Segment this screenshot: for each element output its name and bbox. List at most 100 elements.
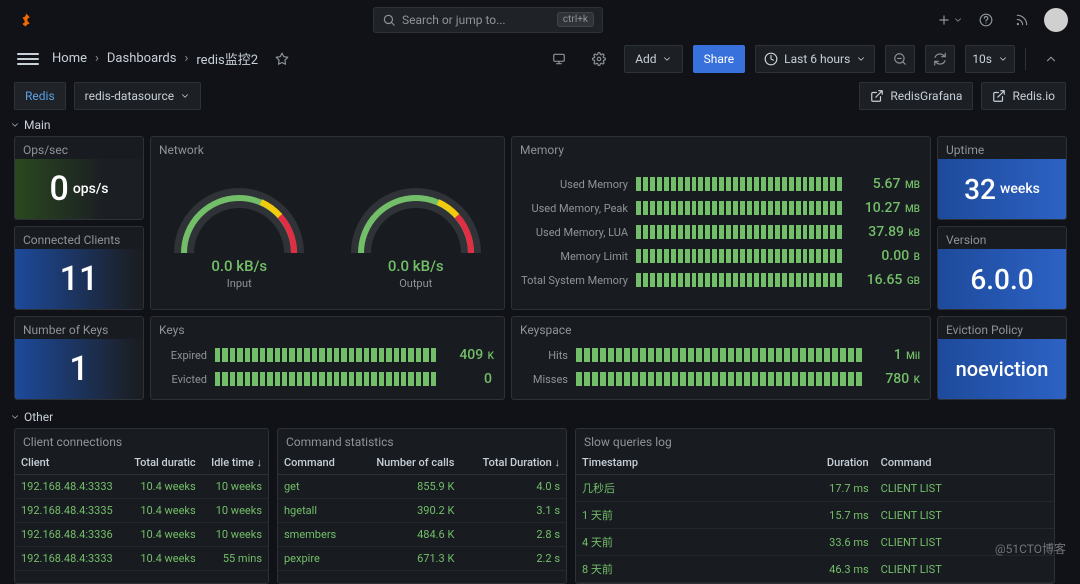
collapse-button[interactable] bbox=[1036, 45, 1066, 73]
bar-row-value: 16.65 GB bbox=[850, 272, 920, 288]
keyspace-bar-list: Hits 1 Mil Misses 780 K bbox=[512, 339, 930, 399]
bar-row-bars bbox=[636, 249, 842, 263]
table-cell: 8 天前 bbox=[576, 556, 743, 583]
favorite-button[interactable] bbox=[268, 45, 296, 73]
user-avatar[interactable] bbox=[1044, 8, 1068, 32]
variable-label: Redis bbox=[14, 82, 66, 110]
stat-value: noeviction bbox=[938, 339, 1066, 399]
table-row[interactable]: 192.168.48.4:333510.4 weeks10 weeks bbox=[15, 499, 268, 523]
global-search[interactable]: Search or jump to... ctrl+k bbox=[373, 7, 603, 33]
table-row[interactable]: 192.168.48.4:333310.4 weeks10 weeks bbox=[15, 475, 268, 499]
table-row[interactable]: smembers484.6 K2.8 s bbox=[278, 523, 566, 547]
panel-title: Ops/sec bbox=[15, 137, 143, 159]
gauge-label: Input bbox=[227, 277, 252, 290]
bar-row-label: Misses bbox=[518, 373, 568, 386]
bar-row-value: 0.00 B bbox=[850, 248, 920, 264]
section-main-header[interactable]: Main bbox=[0, 114, 1080, 136]
panel-version[interactable]: Version 6.0.0 bbox=[937, 226, 1067, 310]
external-link-button[interactable]: RedisGrafana bbox=[859, 82, 973, 110]
section-other-header[interactable]: Other bbox=[0, 406, 1080, 428]
link-label: Redis.io bbox=[1012, 89, 1055, 103]
clock-icon bbox=[764, 52, 778, 66]
panel-eviction-policy[interactable]: Eviction Policy noeviction bbox=[937, 316, 1067, 400]
table-header[interactable]: Total duratic bbox=[124, 451, 201, 475]
table-header[interactable]: Idle time ↓ bbox=[202, 451, 268, 475]
panel-memory[interactable]: Memory Used Memory 5.67 MB Used Memory, … bbox=[511, 136, 931, 310]
refresh-icon bbox=[933, 52, 947, 66]
zoom-out-button[interactable] bbox=[885, 45, 915, 73]
table-cell: get bbox=[278, 475, 354, 499]
table-row[interactable]: 192.168.48.4:333610.4 weeks10 weeks bbox=[15, 523, 268, 547]
bar-row-bars bbox=[576, 372, 862, 386]
variable-select[interactable]: redis-datasource bbox=[74, 82, 202, 110]
bar-row-label: Used Memory, LUA bbox=[518, 226, 628, 239]
table-cell: 855.9 K bbox=[354, 475, 460, 499]
settings-button[interactable] bbox=[584, 45, 614, 73]
panel-keyspace[interactable]: Keyspace Hits 1 Mil Misses 780 K bbox=[511, 316, 931, 400]
plus-icon bbox=[937, 13, 951, 27]
table-row[interactable]: 4 天前33.6 msCLIENT LIST bbox=[576, 529, 1054, 556]
add-panel-button[interactable]: Add bbox=[624, 45, 682, 73]
bar-row-label: Used Memory, Peak bbox=[518, 202, 628, 215]
panel-ops-sec[interactable]: Ops/sec 0 ops/s bbox=[14, 136, 144, 220]
chevron-up-icon bbox=[1044, 52, 1058, 66]
grafana-logo[interactable] bbox=[12, 6, 40, 34]
gauge-input: 0.0 kB/s Input bbox=[164, 173, 314, 290]
table-cell: CLIENT LIST bbox=[875, 556, 1054, 583]
table-cell: CLIENT LIST bbox=[875, 502, 1054, 529]
panel-title: Eviction Policy bbox=[938, 317, 1066, 339]
table-cell: 10 weeks bbox=[202, 523, 268, 547]
table-header[interactable]: Command bbox=[278, 451, 354, 475]
breadcrumb-dashboards[interactable]: Dashboards bbox=[107, 51, 177, 66]
variable-value: redis-datasource bbox=[85, 89, 175, 103]
refresh-button[interactable] bbox=[925, 45, 955, 73]
stat-value: 11 bbox=[15, 249, 143, 309]
panel-uptime[interactable]: Uptime 32 weeks bbox=[937, 136, 1067, 220]
panel-client-connections[interactable]: Client connections ClientTotal duraticId… bbox=[14, 428, 269, 584]
panel-keys[interactable]: Keys Expired 409 K Evicted 0 bbox=[150, 316, 505, 400]
panel-title: Keyspace bbox=[512, 317, 930, 339]
tv-mode-button[interactable] bbox=[544, 45, 574, 73]
panel-slow-queries[interactable]: Slow queries log TimestampDurationComman… bbox=[575, 428, 1055, 584]
table-cell: 4.0 s bbox=[460, 475, 566, 499]
table-row[interactable]: 1 天前15.7 msCLIENT LIST bbox=[576, 502, 1054, 529]
bar-row-value: 5.67 MB bbox=[850, 176, 920, 192]
table-header[interactable]: Duration bbox=[743, 451, 875, 475]
star-icon bbox=[275, 52, 289, 66]
table-cell: 2.8 s bbox=[460, 523, 566, 547]
table-row[interactable]: 几秒后17.7 msCLIENT LIST bbox=[576, 475, 1054, 502]
panel-network[interactable]: Network 0.0 kB/s Input 0.0 bbox=[150, 136, 505, 310]
table-header[interactable]: Client bbox=[15, 451, 124, 475]
help-button[interactable] bbox=[972, 6, 1000, 34]
refresh-interval-picker[interactable]: 10s bbox=[965, 45, 1015, 73]
table-cell: 10.4 weeks bbox=[124, 475, 201, 499]
table-header[interactable]: Command bbox=[875, 451, 1054, 475]
zoom-out-icon bbox=[893, 52, 907, 66]
table-header[interactable]: Total Duration ↓ bbox=[460, 451, 566, 475]
toggle-sidebar[interactable] bbox=[14, 45, 42, 73]
table-row[interactable]: 8 天前46.3 msCLIENT LIST bbox=[576, 556, 1054, 583]
external-link-button[interactable]: Redis.io bbox=[981, 82, 1066, 110]
keys-bar-list: Expired 409 K Evicted 0 bbox=[151, 339, 504, 399]
breadcrumb: Home › Dashboards › redis监控2 bbox=[52, 49, 258, 68]
table-cell: 几秒后 bbox=[576, 475, 743, 502]
stat-value: 6.0.0 bbox=[938, 249, 1066, 309]
share-button[interactable]: Share bbox=[693, 45, 746, 73]
panel-connected-clients[interactable]: Connected Clients 11 bbox=[14, 226, 144, 310]
table-row[interactable]: hgetall390.2 K3.1 s bbox=[278, 499, 566, 523]
table-header[interactable]: Timestamp bbox=[576, 451, 743, 475]
table-cell: 1 天前 bbox=[576, 502, 743, 529]
bar-row-label: Memory Limit bbox=[518, 250, 628, 263]
add-menu[interactable] bbox=[936, 6, 964, 34]
breadcrumb-home[interactable]: Home bbox=[52, 51, 87, 66]
table-cell: 33.6 ms bbox=[743, 529, 875, 556]
table-header[interactable]: Number of calls bbox=[354, 451, 460, 475]
table-row[interactable]: get855.9 K4.0 s bbox=[278, 475, 566, 499]
bar-row-label: Total System Memory bbox=[518, 274, 628, 287]
news-button[interactable] bbox=[1008, 6, 1036, 34]
panel-command-stats[interactable]: Command statistics CommandNumber of call… bbox=[277, 428, 567, 584]
search-icon bbox=[382, 13, 396, 27]
time-range-picker[interactable]: Last 6 hours bbox=[755, 45, 875, 73]
table-cell: 10 weeks bbox=[202, 499, 268, 523]
panel-number-keys[interactable]: Number of Keys 1 bbox=[14, 316, 144, 400]
